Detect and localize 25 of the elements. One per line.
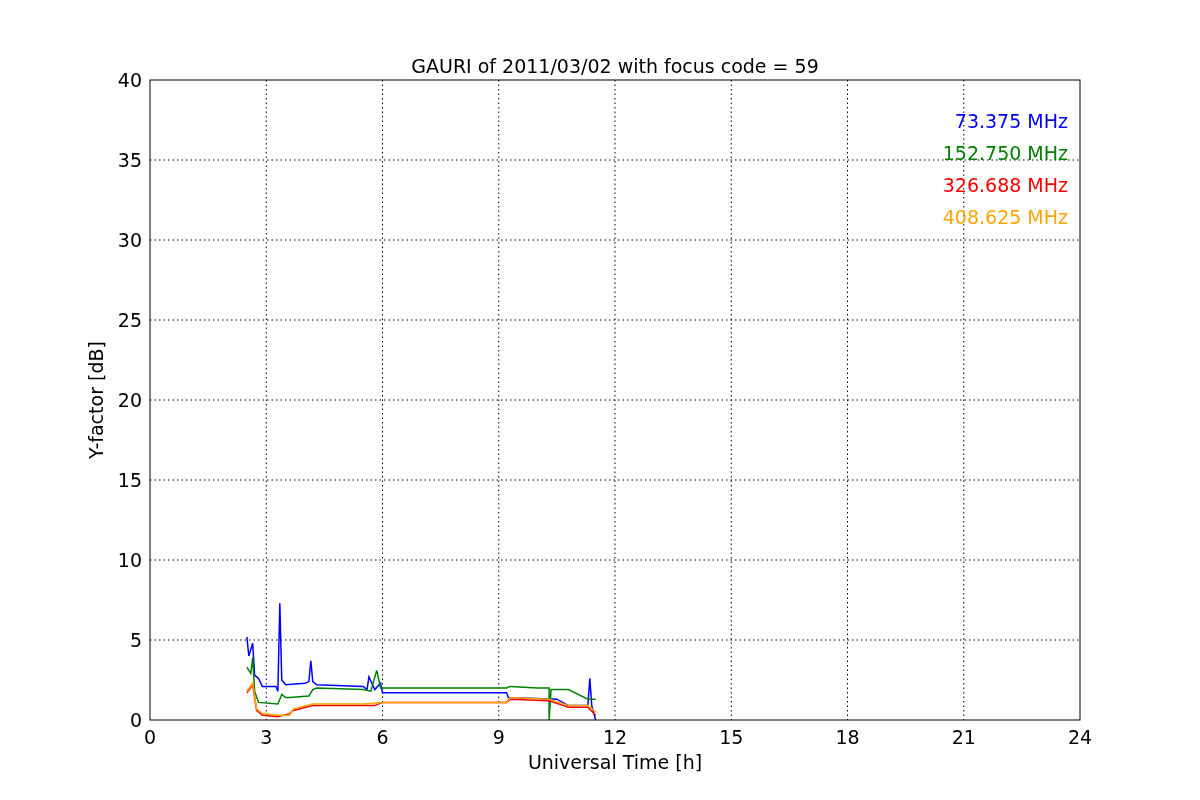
- y-tick-label: 0: [129, 709, 142, 731]
- legend-label: 152.750 MHz: [942, 142, 1068, 164]
- x-tick-label: 9: [492, 726, 505, 748]
- x-tick-label: 3: [260, 726, 273, 748]
- y-tick-label: 35: [117, 149, 142, 171]
- y-axis-label: Y-factor [dB]: [85, 341, 107, 459]
- x-tick-label: 12: [602, 726, 628, 748]
- y-tick-label: 15: [117, 469, 142, 491]
- x-tick-label: 15: [719, 726, 744, 748]
- legend-label: 408.625 MHz: [942, 206, 1068, 228]
- x-tick-label: 21: [951, 726, 976, 748]
- x-tick-label: 6: [376, 726, 389, 748]
- y-tick-label: 30: [117, 229, 142, 251]
- legend-label: 73.375 MHz: [954, 110, 1068, 132]
- y-tick-label: 10: [117, 549, 142, 571]
- x-axis-label: Universal Time [h]: [527, 751, 703, 773]
- legend-label: 326.688 MHz: [942, 174, 1068, 196]
- x-tick-label: 18: [835, 726, 860, 748]
- x-tick-label: 24: [1067, 726, 1093, 748]
- y-tick-label: 20: [117, 389, 142, 411]
- y-tick-label: 5: [129, 629, 142, 651]
- chart-title: GAURI of 2011/03/02 with focus code = 59: [411, 55, 819, 77]
- y-tick-label: 40: [117, 69, 142, 91]
- x-tick-label: 0: [143, 726, 157, 748]
- y-tick-label: 25: [117, 309, 142, 331]
